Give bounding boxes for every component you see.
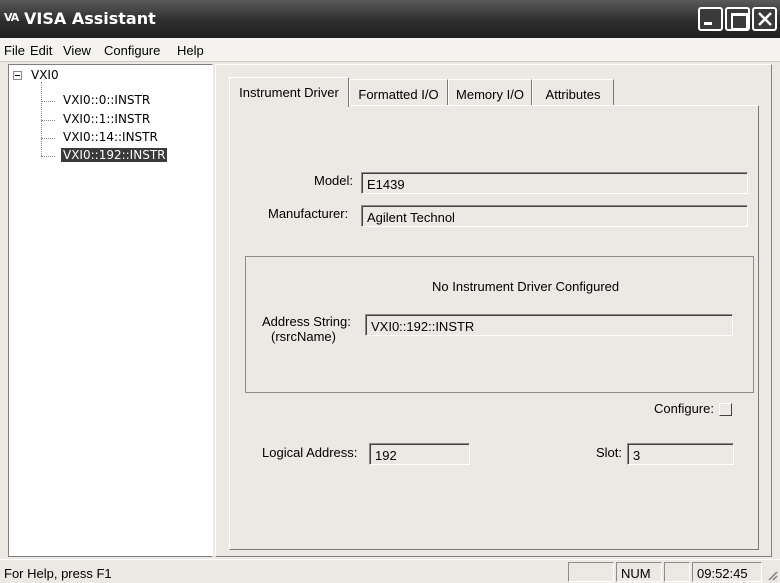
tree-item-vxi0-14[interactable]: VXI0::14::INSTR [63,130,158,144]
menu-edit[interactable]: Edit [30,43,52,58]
status-bar: For Help, press F1 NUM 09:52:45 [0,559,780,583]
tree-root-vxi0[interactable]: VXI0 [31,68,59,82]
status-time: 09:52:45 [692,562,762,582]
configure-label: Configure: [654,401,714,416]
app-logo-icon: VA [4,11,19,24]
tab-attributes[interactable]: Attributes [532,79,614,106]
tab-formatted-io[interactable]: Formatted I/O [349,79,448,106]
tree-connector [41,82,42,156]
menu-help[interactable]: Help [177,43,204,58]
properties-pane: Instrument Driver Formatted I/O Memory I… [215,64,772,557]
minimize-button[interactable] [698,7,723,31]
driver-status-text: No Instrument Driver Configured [432,279,620,294]
tab-memory-io[interactable]: Memory I/O [448,79,532,106]
tab-instrument-driver[interactable]: Instrument Driver [229,77,349,107]
status-scroll-indicator [664,562,690,582]
visa-assistant-window: VA VISA Assistant File Edit View Configu… [0,0,780,583]
maximize-button[interactable] [725,7,750,31]
status-help-text: For Help, press F1 [4,566,112,581]
tree-connector [41,120,55,121]
status-caps-indicator [568,562,614,582]
collapse-icon[interactable] [13,71,22,80]
slot-label: Slot: [596,445,623,460]
menu-bar: File Edit View Configure Help [0,38,780,62]
close-button[interactable] [752,7,777,31]
menu-view[interactable]: View [63,43,91,58]
logical-address-field: 192 [369,443,470,465]
window-title: VISA Assistant [24,9,156,28]
title-bar[interactable]: VA VISA Assistant [0,0,780,38]
status-num-indicator: NUM [616,562,662,582]
tree-item-vxi0-0[interactable]: VXI0::0::INSTR [63,93,150,107]
instrument-driver-panel: Model: E1439 Manufacturer: Agilent Techn… [229,105,759,550]
resource-tree[interactable]: VXI0 VXI0::0::INSTR VXI0::1::INSTR VXI0:… [8,64,213,557]
tree-connector [41,156,55,157]
tree-item-vxi0-1[interactable]: VXI0::1::INSTR [63,112,150,126]
close-icon [758,12,772,26]
address-string-label: Address String: [262,314,351,329]
menu-file[interactable]: File [4,43,25,58]
manufacturer-field: Agilent Technol [361,205,748,227]
model-label: Model: [314,173,354,188]
tree-connector [41,138,55,139]
address-string-field: VXI0::192::INSTR [365,314,733,336]
tree-connector [41,101,55,102]
logical-address-label: Logical Address: [262,445,358,460]
slot-field: 3 [627,443,734,465]
configure-checkbox[interactable] [719,403,732,416]
menu-configure[interactable]: Configure [104,43,160,58]
tree-item-vxi0-192[interactable]: VXI0::192::INSTR [61,148,168,162]
rsrcname-label: (rsrcName) [271,329,336,344]
driver-groupbox: No Instrument Driver Configured Address … [245,256,754,393]
resize-grip-icon[interactable] [766,569,778,581]
manufacturer-label: Manufacturer: [268,206,349,221]
model-field: E1439 [361,172,748,194]
